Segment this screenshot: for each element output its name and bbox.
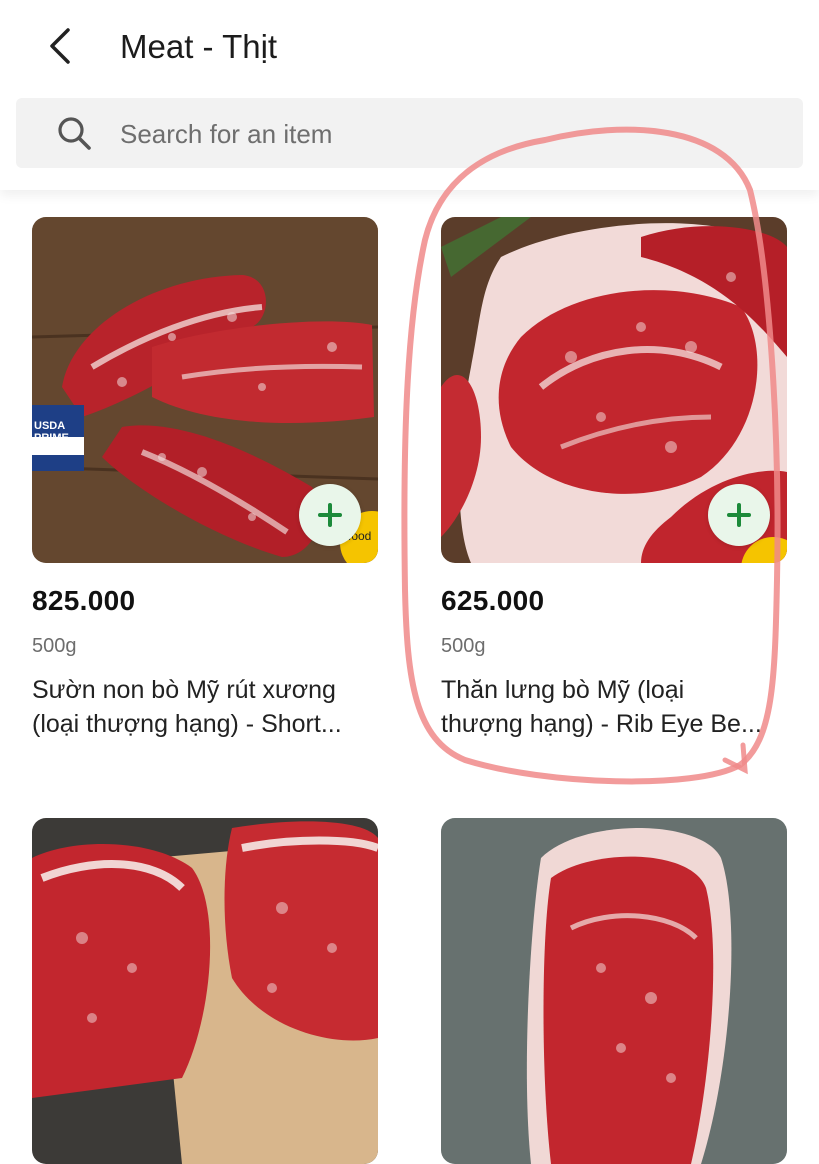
product-price: 825.000 — [32, 585, 136, 616]
usda-label: USDA PRIME — [34, 420, 69, 444]
top-bar: Meat - Thịt — [0, 0, 819, 190]
product-image[interactable]: USDA PRIME food — [32, 217, 378, 563]
meat-photo — [32, 818, 378, 1164]
product-image[interactable] — [32, 818, 378, 1164]
search-bar[interactable] — [16, 98, 803, 168]
product-image[interactable] — [441, 818, 787, 1164]
product-image[interactable] — [441, 217, 787, 563]
product-name[interactable]: Sườn non bò Mỹ rút xương (loại thượng hạ… — [32, 673, 378, 741]
product-name[interactable]: Thăn lưng bò Mỹ (loại thượng hạng) - Rib… — [441, 673, 787, 741]
page-title: Meat - Thịt — [120, 28, 278, 65]
product-card[interactable] — [441, 818, 787, 1164]
product-weight: 500g — [32, 635, 77, 657]
product-card[interactable]: 625.000 500g Thăn lưng bò Mỹ (loại thượn… — [441, 217, 787, 738]
search-input[interactable] — [118, 110, 762, 158]
meat-photo — [441, 818, 787, 1164]
add-to-cart-button[interactable] — [299, 484, 361, 546]
back-button[interactable] — [38, 22, 86, 70]
add-to-cart-button[interactable] — [708, 484, 770, 546]
product-weight: 500g — [441, 635, 486, 657]
product-price: 625.000 — [441, 585, 545, 616]
product-card[interactable] — [32, 818, 378, 1164]
search-icon — [58, 117, 91, 150]
chevron-left-icon — [50, 28, 70, 64]
product-card[interactable]: USDA PRIME food 825.000 500g Sườn non bò… — [32, 217, 378, 738]
